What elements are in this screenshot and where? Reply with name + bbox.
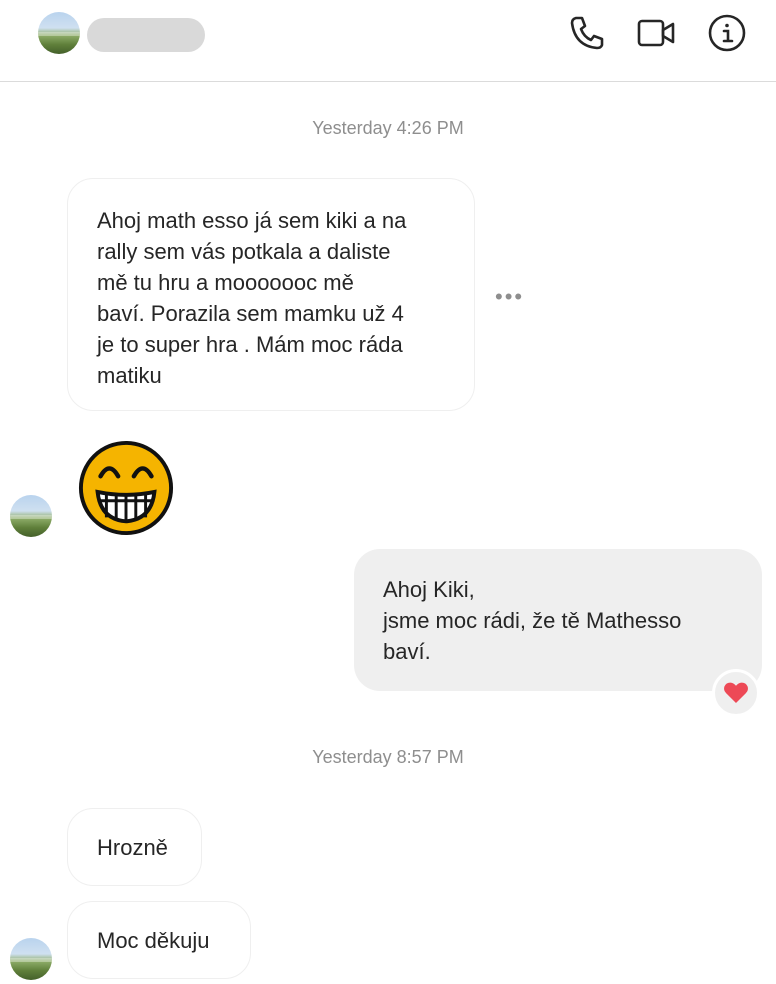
timestamp: Yesterday 4:26 PM bbox=[312, 118, 464, 138]
message-text-line: rally sem vás potkala a daliste bbox=[97, 239, 391, 264]
message-text: Moc děkuju bbox=[97, 928, 210, 953]
contact-avatar-small[interactable] bbox=[10, 938, 52, 980]
grinning-face-emoji[interactable] bbox=[77, 439, 175, 537]
info-icon[interactable] bbox=[707, 13, 747, 53]
video-camera-icon[interactable] bbox=[636, 13, 676, 53]
heart-reaction[interactable] bbox=[712, 669, 760, 717]
message-text-line: Ahoj math esso já sem kiki a na bbox=[97, 208, 407, 233]
message-text-line: baví. Porazila sem mamku už 4 bbox=[97, 301, 404, 326]
message-bubble-incoming[interactable]: Ahoj math esso já sem kiki a na rally se… bbox=[67, 178, 475, 411]
message-bubble-outgoing[interactable]: Ahoj Kiki, jsme moc rádi, že tě Mathesso… bbox=[354, 549, 762, 691]
heart-icon bbox=[724, 682, 748, 703]
message-text-line: jsme moc rádi, že tě Mathesso bbox=[383, 608, 682, 633]
timestamp: Yesterday 8:57 PM bbox=[312, 747, 464, 767]
message-text-line: mě tu hru a mooooooc mě bbox=[97, 270, 354, 295]
contact-avatar[interactable] bbox=[38, 12, 80, 54]
chat-header bbox=[0, 0, 776, 82]
message-text: Hrozně bbox=[97, 835, 168, 860]
phone-icon[interactable] bbox=[567, 13, 607, 53]
message-bubble-incoming[interactable]: Hrozně bbox=[67, 808, 202, 886]
message-text-line: baví. bbox=[383, 639, 431, 664]
contact-name-redacted[interactable] bbox=[87, 18, 205, 52]
contact-avatar-small[interactable] bbox=[10, 495, 52, 537]
message-text-line: je to super hra . Mám moc ráda bbox=[97, 332, 403, 357]
chat-window: Yesterday 4:26 PM Ahoj math esso já sem … bbox=[0, 0, 776, 984]
message-bubble-incoming[interactable]: Moc děkuju bbox=[67, 901, 251, 979]
message-text-line: Ahoj Kiki, bbox=[383, 577, 475, 602]
more-options-icon[interactable]: ••• bbox=[495, 286, 524, 308]
message-text-line: matiku bbox=[97, 363, 162, 388]
